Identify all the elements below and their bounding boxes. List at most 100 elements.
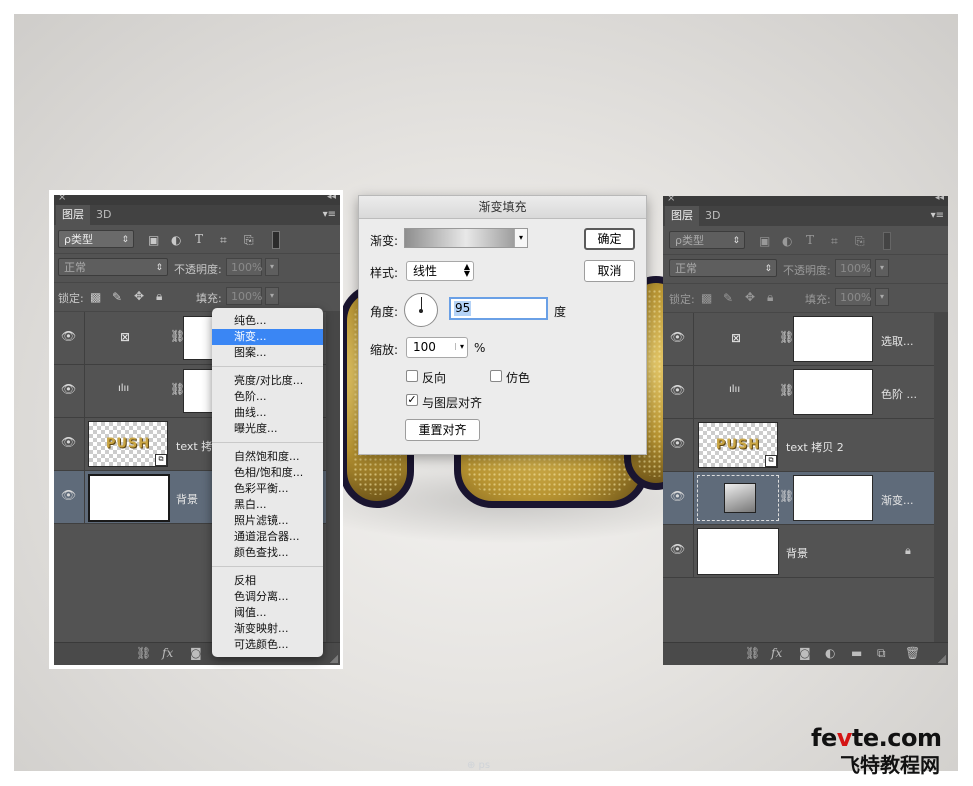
add-mask-icon[interactable]: ◙ [190,646,202,660]
eye-icon[interactable]: 👁︎ [670,489,685,503]
new-group-icon[interactable]: ▬ [851,646,862,660]
chevron-down-icon[interactable]: ▾ [514,229,527,247]
fx-icon[interactable]: fx [162,646,173,660]
smartobject-filter-icon[interactable]: ⎘ [244,233,254,247]
layer-thumbnail[interactable]: PUSH ⧉ [88,421,168,467]
collapse-icon[interactable]: ◂◂ [327,195,336,202]
panel-menu-icon[interactable]: ▾≡ [931,210,944,221]
layer-thumbnail[interactable] [88,474,170,522]
menu-item-vibrance[interactable]: 自然饱和度... [212,449,323,465]
layer-mask-thumbnail[interactable] [793,475,873,521]
eye-icon[interactable]: 👁︎ [670,383,685,397]
menu-item-channel-mixer[interactable]: 通道混合器... [212,529,323,545]
link-layers-icon[interactable]: ⛓︎ [136,646,151,660]
menu-item-gradient[interactable]: 渐变... [212,329,323,345]
blend-mode-select[interactable]: 正常 ⇕ [669,259,777,277]
filter-kind-select[interactable]: ρ类型 ⇕ [58,230,134,248]
adjustment-filter-icon[interactable]: ◐ [782,234,792,248]
menu-item-threshold[interactable]: 阈值... [212,605,323,621]
eye-icon[interactable]: 👁︎ [61,435,76,449]
menu-item-invert[interactable]: 反相 [212,573,323,589]
fx-icon[interactable]: fx [771,646,782,660]
link-icon[interactable]: ⛓︎ [779,383,794,397]
menu-item-selective-color[interactable]: 可选颜色... [212,637,323,653]
add-mask-icon[interactable]: ◙ [799,646,811,660]
eye-icon[interactable]: 👁︎ [61,382,76,396]
eye-icon[interactable]: 👁︎ [61,329,76,343]
new-adjustment-icon[interactable]: ◐ [825,646,835,660]
menu-item-posterize[interactable]: 色调分离... [212,589,323,605]
menu-item-pattern[interactable]: 图案... [212,345,323,361]
resize-grip-icon[interactable] [938,655,946,663]
tab-layers[interactable]: 图层 [56,205,90,225]
adjustment-filter-icon[interactable]: ◐ [171,233,181,247]
menu-item-gradient-map[interactable]: 渐变映射... [212,621,323,637]
type-filter-icon[interactable]: T [195,232,203,246]
filter-toggle-icon[interactable] [272,231,280,249]
menu-item-solid-color[interactable]: 纯色... [212,313,323,329]
trash-icon[interactable]: 🗑︎ [905,646,920,660]
collapse-icon[interactable]: ◂◂ [935,196,944,203]
fill-field[interactable]: 100% [835,288,871,306]
reverse-checkbox[interactable] [406,370,418,382]
panel-menu-icon[interactable]: ▾≡ [323,209,336,220]
angle-dial[interactable] [404,293,438,327]
menu-item-hue-saturation[interactable]: 色相/饱和度... [212,465,323,481]
gradient-picker[interactable]: ▾ [404,228,528,248]
reset-align-button[interactable]: 重置对齐 [405,419,480,441]
eye-icon[interactable]: 👁︎ [670,330,685,344]
align-checkbox[interactable]: ✓ [406,394,418,406]
opacity-field[interactable]: 100% [835,259,871,277]
resize-grip-icon[interactable] [330,655,338,663]
lock-all-icon[interactable]: 🔒︎ [156,289,162,303]
layer-mask-thumbnail[interactable] [793,316,873,362]
smartobject-filter-icon[interactable]: ⎘ [855,234,865,248]
opacity-slider-toggle[interactable]: ▾ [265,258,279,276]
opacity-slider-toggle[interactable]: ▾ [875,259,889,277]
lock-paint-icon[interactable]: ✎ [112,290,122,304]
image-filter-icon[interactable]: ▣ [148,233,159,247]
eye-icon[interactable]: 👁︎ [670,436,685,450]
link-layers-icon[interactable]: ⛓︎ [745,646,760,660]
shape-filter-icon[interactable]: ⌗ [831,234,838,248]
lock-move-icon[interactable]: ✥ [134,289,144,303]
tab-3d[interactable]: 3D [90,205,117,225]
type-filter-icon[interactable]: T [806,233,814,247]
fill-field[interactable]: 100% [226,287,262,305]
menu-item-levels[interactable]: 色阶... [212,389,323,405]
eye-icon[interactable]: 👁︎ [61,488,76,502]
eye-icon[interactable]: 👁︎ [670,542,685,556]
cancel-button[interactable]: 取消 [584,260,635,282]
menu-item-photo-filter[interactable]: 照片滤镜... [212,513,323,529]
menu-item-color-balance[interactable]: 色彩平衡... [212,481,323,497]
fill-slider-toggle[interactable]: ▾ [875,288,889,306]
ok-button[interactable]: 确定 [584,228,635,250]
link-icon[interactable]: ⛓︎ [779,489,794,503]
tab-3d[interactable]: 3D [699,206,726,226]
filter-kind-select[interactable]: ρ类型 ⇕ [669,231,745,249]
layer-row[interactable]: 👁︎ PUSH ⧉ text 拷贝 2 [663,419,934,472]
new-layer-icon[interactable]: ⧉ [877,646,886,661]
lock-transparent-icon[interactable]: ▩ [90,290,101,304]
menu-item-exposure[interactable]: 曝光度... [212,421,323,437]
menu-item-color-lookup[interactable]: 颜色查找... [212,545,323,561]
lock-all-icon[interactable]: 🔒︎ [767,290,773,304]
layer-row[interactable]: 👁︎ 背景 🔒︎ [663,525,934,578]
shape-filter-icon[interactable]: ⌗ [220,233,227,247]
layer-thumbnail[interactable] [697,528,779,575]
layer-row-selected[interactable]: 👁︎ ⛓︎ 渐变... [663,472,934,525]
menu-item-curves[interactable]: 曲线... [212,405,323,421]
close-icon[interactable]: × [58,195,66,203]
gradient-fill-thumbnail[interactable] [697,475,779,521]
link-icon[interactable]: ⛓︎ [779,330,794,344]
menu-item-black-white[interactable]: 黑白... [212,497,323,513]
tab-layers[interactable]: 图层 [665,206,699,226]
style-select[interactable]: 线性 ▲ ▼ [406,261,474,281]
lock-move-icon[interactable]: ✥ [745,290,755,304]
dither-checkbox[interactable] [490,370,502,382]
layer-thumbnail[interactable]: PUSH ⧉ [698,422,778,468]
filter-toggle-icon[interactable] [883,232,891,250]
blend-mode-select[interactable]: 正常 ⇕ [58,258,168,276]
layers-scrollbar[interactable] [934,313,948,643]
lock-transparent-icon[interactable]: ▩ [701,291,712,305]
